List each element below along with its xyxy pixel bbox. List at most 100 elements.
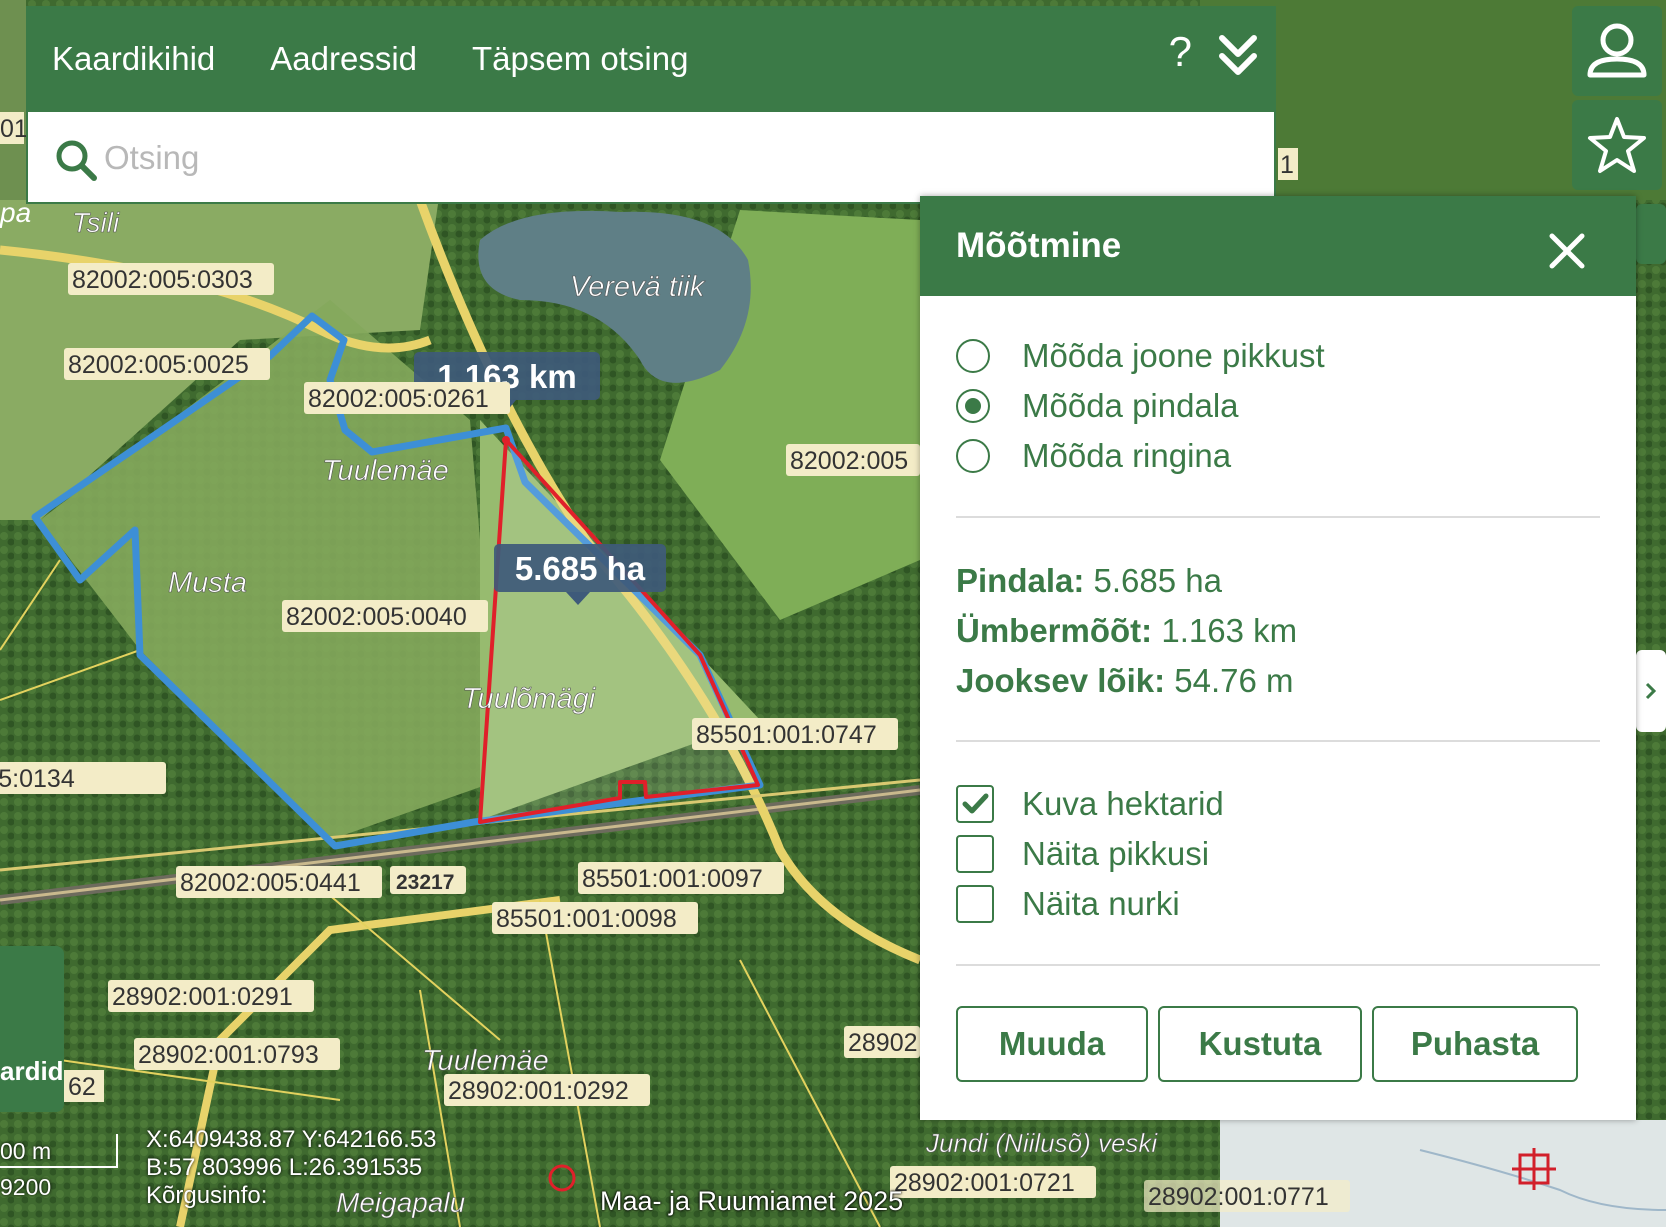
help-button[interactable]: ?: [1169, 28, 1192, 76]
collapse-chevrons-icon[interactable]: [1216, 32, 1260, 78]
option-label: Näita pikkusi: [1022, 835, 1210, 872]
stat-perimeter: Ümbermõõt: 1.163 km: [956, 612, 1297, 650]
stat-segment-label: Jooksev lõik:: [956, 662, 1166, 699]
parcel-label: 01: [0, 112, 28, 144]
stat-area-value: 5.685 ha: [1093, 562, 1222, 599]
edit-button[interactable]: Muuda: [956, 1006, 1148, 1082]
tab-map-layers[interactable]: Kaardikihid: [52, 40, 215, 78]
parcel-label: 82002:005:0261: [304, 382, 510, 414]
svg-text:01: 01: [0, 115, 28, 143]
user-account-button[interactable]: [1572, 6, 1662, 96]
mode-label: Mõõda joone pikkust: [1022, 337, 1325, 374]
radio-line[interactable]: [956, 339, 990, 373]
search-bar: [26, 112, 1276, 204]
top-toolbar: Kaardikihid Aadressid Täpsem otsing ?: [26, 6, 1276, 112]
mode-measure-circle[interactable]: Mõõda ringina: [956, 434, 1231, 478]
parcel-label: 85501:001:0098: [492, 902, 698, 934]
parcel-label: 28902:001:0292: [444, 1074, 650, 1106]
parcel-label: 82002:005:0134: [0, 762, 166, 794]
svg-text:23217: 23217: [396, 871, 454, 894]
svg-text:62: 62: [68, 1073, 96, 1101]
tab-addresses[interactable]: Aadressid: [270, 40, 417, 78]
svg-text:82002:005:0261: 82002:005:0261: [308, 385, 489, 413]
svg-text:85501:001:0097: 85501:001:0097: [582, 865, 763, 893]
measurement-panel: Mõõtmine Mõõda joone pikkust Mõõda pinda…: [920, 196, 1636, 1120]
user-icon: [1587, 23, 1647, 78]
place-label: Musta: [168, 567, 247, 599]
stat-area: Pindala: 5.685 ha: [956, 562, 1222, 600]
svg-text:82002:005:0441: 82002:005:0441: [180, 869, 361, 897]
svg-text:1: 1: [1280, 151, 1294, 179]
place-label: Jundi (Niilusõ) veski: [925, 1128, 1158, 1158]
svg-text:28902:001:0291: 28902:001:0291: [112, 983, 293, 1011]
svg-text:28902:001:0721: 28902:001:0721: [894, 1169, 1075, 1197]
parcel-label: 82002:005:0025: [64, 348, 270, 380]
checkbox-hectares[interactable]: [956, 785, 994, 823]
search-input[interactable]: [102, 132, 1106, 184]
place-label: Tsili: [72, 207, 120, 238]
radio-area[interactable]: [956, 389, 990, 423]
road-number-label: 23217: [390, 866, 466, 894]
checkbox-lengths[interactable]: [956, 835, 994, 873]
chevron-right-icon: [1645, 682, 1657, 700]
parcel-label: 82002:005: [786, 444, 920, 476]
option-label: Näita nurki: [1022, 885, 1180, 922]
option-label: Kuva hektarid: [1022, 785, 1224, 822]
stat-perimeter-label: Ümbermõõt:: [956, 612, 1153, 649]
svg-text:85501:001:0098: 85501:001:0098: [496, 905, 677, 933]
parcel-label: 85501:001:0747: [692, 718, 898, 750]
checkmark-icon: [962, 793, 989, 814]
checkbox-angles[interactable]: [956, 885, 994, 923]
svg-text:85501:001:0747: 85501:001:0747: [696, 721, 877, 749]
side-expand-button[interactable]: [1636, 650, 1666, 732]
left-tab-label: ardid: [0, 1056, 64, 1086]
parcel-label: 82002:005:0303: [68, 263, 274, 295]
parcel-label: 85501:001:0097: [578, 862, 784, 894]
stat-segment-value: 54.76 m: [1174, 662, 1294, 699]
scale-bar: [0, 1166, 118, 1168]
height-info-label: Kõrgusinfo:: [146, 1182, 268, 1209]
coords-bl: B:57.803996 L:26.391535: [146, 1154, 423, 1181]
panel-header: Mõõtmine: [920, 196, 1636, 296]
coords-xy: X:6409438.87 Y:642166.53: [146, 1126, 437, 1153]
svg-text:82002:005:0134: 82002:005:0134: [0, 765, 75, 793]
parcel-label: 62: [64, 1070, 104, 1102]
option-show-hectares[interactable]: Kuva hektarid: [956, 782, 1224, 826]
parcel-label: 28902:001:0771: [1144, 1180, 1350, 1212]
search-icon: [56, 140, 97, 181]
clear-button[interactable]: Puhasta: [1372, 1006, 1578, 1082]
star-icon: [1588, 117, 1646, 173]
mode-measure-area[interactable]: Mõõda pindala: [956, 384, 1239, 428]
panel-title: Mõõtmine: [956, 226, 1122, 265]
option-show-lengths[interactable]: Näita pikkusi: [956, 832, 1209, 876]
option-show-angles[interactable]: Näita nurki: [956, 882, 1180, 926]
tab-advanced-search[interactable]: Täpsem otsing: [472, 40, 688, 78]
parcel-label: 28902:001:0721: [890, 1166, 1096, 1198]
left-panel-tab[interactable]: ardid: [0, 946, 64, 1112]
delete-button[interactable]: Kustuta: [1158, 1006, 1362, 1082]
divider: [956, 964, 1600, 966]
place-label: Tuulemäe: [322, 455, 449, 487]
copyright-text: Maa- ja Ruumiamet 2025: [600, 1186, 904, 1216]
svg-text:82002:005:0303: 82002:005:0303: [72, 266, 253, 294]
place-label: Tuulõmägi: [462, 683, 597, 715]
scale-label: 00 m: [0, 1138, 52, 1164]
side-tool-button[interactable]: [1636, 204, 1666, 264]
mode-measure-line[interactable]: Mõõda joone pikkust: [956, 334, 1325, 378]
stat-segment: Jooksev lõik: 54.76 m: [956, 662, 1294, 700]
radio-circle[interactable]: [956, 439, 990, 473]
close-icon[interactable]: [1548, 232, 1586, 275]
parcel-label: 28902:001:0793: [134, 1038, 340, 1070]
svg-text:5.685 ha: 5.685 ha: [515, 550, 646, 587]
place-label: Verevä tiik: [570, 271, 706, 303]
scale-bar-tick: [116, 1134, 118, 1168]
parcel-label: 28902: [844, 1026, 920, 1058]
svg-text:28902: 28902: [848, 1029, 918, 1057]
parcel-label: 28902:001:0291: [108, 980, 314, 1012]
scale-number: 9200: [0, 1174, 52, 1200]
svg-text:28902:001:0793: 28902:001:0793: [138, 1041, 319, 1069]
mode-label: Mõõda ringina: [1022, 437, 1232, 474]
place-label: Tuulemäe: [422, 1045, 549, 1077]
stat-area-label: Pindala:: [956, 562, 1085, 599]
favorites-button[interactable]: [1572, 100, 1662, 190]
